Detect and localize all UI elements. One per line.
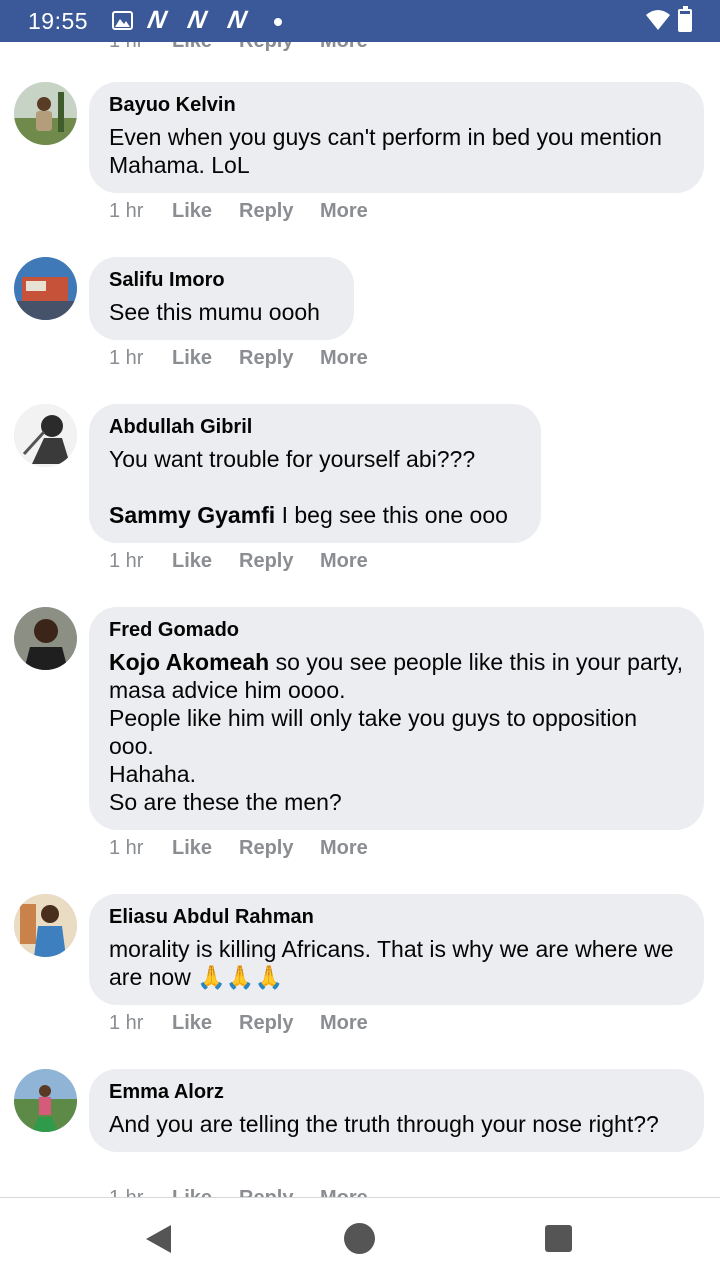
cut-off-comment-actions: 1 hr Like Reply More (109, 42, 368, 53)
reply-link[interactable]: Reply (239, 347, 320, 370)
comment-author[interactable]: Abdullah Gibril (109, 415, 521, 439)
comment-time: 1 hr (109, 42, 172, 53)
more-notifications-dot-icon (274, 18, 282, 26)
notification-n-icon: N (145, 6, 170, 34)
clock: 19:55 (28, 8, 89, 34)
comment-text-reply: Sammy Gyamfi I beg see this one ooo (109, 501, 521, 529)
comment-bubble[interactable]: Bayuo Kelvin Even when you guys can't pe… (89, 82, 704, 193)
comment-text-continued: I beg see this one ooo (281, 502, 508, 528)
status-bar: 19:55 N N N (0, 0, 720, 42)
like-link[interactable]: Like (172, 837, 239, 860)
comment-actions: 1 hr Like Reply More (109, 347, 368, 370)
comment-bubble[interactable]: Salifu Imoro See this mumu oooh (89, 257, 354, 340)
more-link[interactable]: More (320, 42, 368, 53)
comment-author[interactable]: Emma Alorz (109, 1080, 684, 1104)
reply-link[interactable]: Reply (239, 200, 320, 223)
comment-bubble[interactable]: Abdullah Gibril You want trouble for you… (89, 404, 541, 543)
comment-actions: 1 hr Like Reply More (109, 200, 368, 223)
comment-bubble[interactable]: Fred Gomado Kojo Akomeah so you see peop… (89, 607, 704, 830)
comment-text: See this mumu oooh (109, 299, 320, 325)
avatar[interactable] (14, 404, 77, 467)
battery-icon (678, 6, 692, 32)
battery-level (680, 13, 690, 30)
like-link[interactable]: Like (172, 42, 239, 53)
comment-text: And you are telling the truth through yo… (109, 1111, 659, 1137)
more-link[interactable]: More (320, 1012, 368, 1035)
more-link[interactable]: More (320, 1187, 368, 1197)
comment-bubble[interactable]: Eliasu Abdul Rahman morality is killing … (89, 894, 704, 1005)
comment-actions: 1 hr Like Reply More (109, 1187, 368, 1197)
comment-author[interactable]: Bayuo Kelvin (109, 93, 684, 117)
mention-link[interactable]: Kojo Akomeah (109, 649, 269, 675)
comment-actions: 1 hr Like Reply More (109, 837, 368, 860)
comment-author[interactable]: Eliasu Abdul Rahman (109, 905, 684, 929)
avatar[interactable] (14, 894, 77, 957)
more-link[interactable]: More (320, 347, 368, 370)
reply-link[interactable]: Reply (239, 550, 320, 573)
like-link[interactable]: Like (172, 1012, 239, 1035)
reply-link[interactable]: Reply (239, 1187, 320, 1197)
comment-bubble[interactable]: Emma Alorz And you are telling the truth… (89, 1069, 704, 1152)
reply-link[interactable]: Reply (239, 42, 320, 53)
mention-link[interactable]: Sammy Gyamfi (109, 502, 275, 528)
avatar[interactable] (14, 607, 77, 670)
more-link[interactable]: More (320, 837, 368, 860)
comment-time: 1 hr (109, 1187, 172, 1197)
avatar[interactable] (14, 82, 77, 145)
comment-text: You want trouble for yourself abi??? (109, 446, 476, 472)
image-notification-icon (112, 11, 133, 30)
comment-time: 1 hr (109, 837, 144, 859)
like-link[interactable]: Like (172, 200, 239, 223)
avatar[interactable] (14, 1069, 77, 1132)
wifi-icon (646, 10, 670, 30)
comments-feed[interactable]: 1 hr Like Reply More Bayuo Kelvin Even w… (0, 42, 720, 1197)
comment-actions: 1 hr Like Reply More (109, 550, 368, 573)
comment-time: 1 hr (109, 550, 144, 572)
comment-text: morality is killing Africans. That is wh… (109, 936, 674, 990)
avatar[interactable] (14, 257, 77, 320)
like-link[interactable]: Like (172, 1187, 239, 1197)
comment-text: Kojo Akomeah so you see people like this… (109, 648, 684, 816)
recent-apps-icon[interactable] (545, 1225, 572, 1252)
comment-time: 1 hr (109, 347, 144, 369)
home-icon[interactable] (344, 1223, 375, 1254)
comment-time: 1 hr (109, 1012, 144, 1034)
comment-author[interactable]: Salifu Imoro (109, 268, 334, 292)
comment-actions: 1 hr Like Reply More (109, 1012, 368, 1035)
notification-n-icon: N (225, 6, 250, 34)
comment-author[interactable]: Fred Gomado (109, 618, 684, 642)
comment-time: 1 hr (109, 200, 144, 222)
back-icon[interactable] (146, 1225, 171, 1253)
notification-n-icon: N (185, 6, 210, 34)
comment-text: Even when you guys can't perform in bed … (109, 124, 662, 178)
more-link[interactable]: More (320, 200, 368, 223)
android-navigation-bar (0, 1197, 720, 1280)
more-link[interactable]: More (320, 550, 368, 573)
reply-link[interactable]: Reply (239, 837, 320, 860)
reply-link[interactable]: Reply (239, 1012, 320, 1035)
like-link[interactable]: Like (172, 347, 239, 370)
like-link[interactable]: Like (172, 550, 239, 573)
